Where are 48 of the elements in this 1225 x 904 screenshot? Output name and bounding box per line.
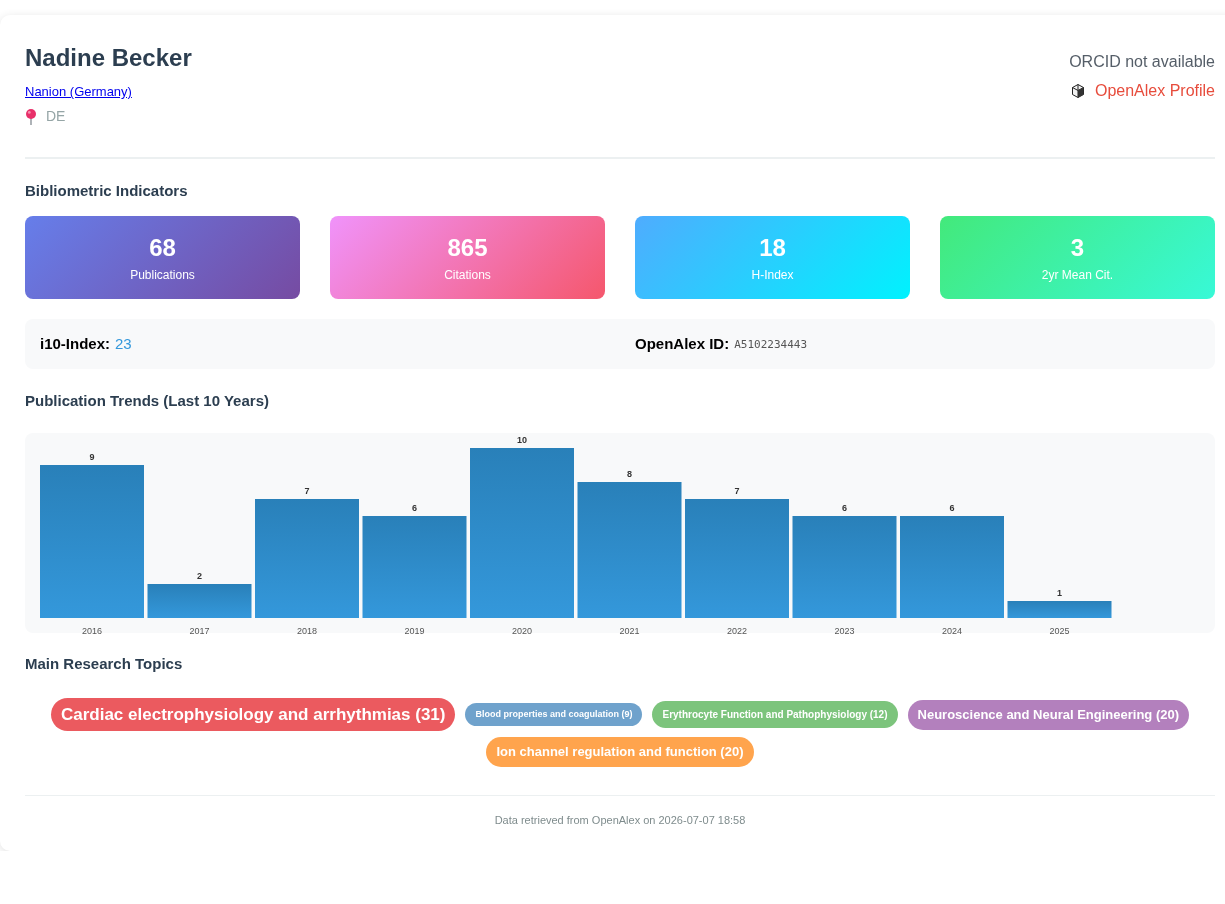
cube-icon	[1071, 83, 1084, 98]
axis-label: 2021	[619, 626, 640, 636]
axis-label: 2025	[1049, 626, 1070, 636]
section-heading: Publication Trends (Last 10 Years)	[25, 392, 270, 410]
orcid-status: ORCID not available	[1069, 52, 1215, 71]
stat-value: 865	[447, 233, 488, 262]
openalex-id-value: A5102234443	[734, 338, 808, 352]
bar-value-label: 6	[949, 503, 955, 513]
stat-value: 18	[759, 233, 786, 262]
bar-value-label: 7	[304, 486, 310, 496]
axis-label: 2016	[82, 626, 102, 636]
topic-tag: Erythrocyte Function and Pathophysiology (12)	[652, 701, 898, 728]
topic-tag: Cardiac electrophysiology and arrhythmias (31)	[50, 698, 456, 731]
section-heading: Main Research Topics	[25, 655, 184, 673]
footer-note: Data retrieved from OpenAlex on 2026-07-07 18:58	[494, 813, 746, 827]
bar-value-label: 2	[197, 571, 202, 581]
stat-label: 2yr Mean Cit.	[1041, 268, 1114, 283]
stat-label: Publications	[130, 268, 195, 283]
bar-value-label: 6	[412, 503, 417, 513]
affiliation-link[interactable]: Nanion (Germany)	[25, 84, 132, 100]
bar-value-label: 1	[1057, 588, 1062, 598]
researcher-name: Nadine Becker	[25, 43, 192, 72]
bar-value-label: 7	[734, 486, 740, 496]
section-heading: Bibliometric Indicators	[25, 182, 189, 200]
bar-value-label: 10	[517, 435, 527, 445]
topic-tag: Neuroscience and Neural Engineering (20)	[907, 699, 1190, 730]
stat-label: Citations	[444, 268, 491, 283]
bar-value-label: 6	[842, 503, 847, 513]
axis-label: 2023	[834, 626, 855, 636]
axis-label: 2019	[404, 626, 425, 636]
i10-index-label: i10-Index:	[40, 335, 111, 353]
stat-value: 3	[1070, 233, 1085, 262]
topic-tag: Blood properties and coagulation (9)	[465, 703, 643, 726]
axis-label: 2024	[942, 626, 962, 636]
i10-index-value: 23	[115, 335, 132, 353]
bar-value-label: 9	[89, 452, 95, 462]
openalex-id-label: OpenAlex ID:	[635, 335, 730, 353]
axis-label: 2022	[727, 626, 747, 636]
axis-label: 2020	[512, 626, 532, 636]
bar-value-label: 8	[627, 469, 632, 479]
topic-tag: Ion channel regulation and function (20)	[486, 737, 754, 767]
pin-icon	[25, 108, 37, 125]
stat-value: 68	[149, 233, 176, 262]
axis-label: 2018	[297, 626, 317, 636]
openalex-profile-link[interactable]: OpenAlex Profile	[1094, 81, 1215, 100]
axis-label: 2017	[189, 626, 210, 636]
stat-label: H-Index	[751, 268, 794, 283]
country-code: DE	[46, 108, 66, 125]
